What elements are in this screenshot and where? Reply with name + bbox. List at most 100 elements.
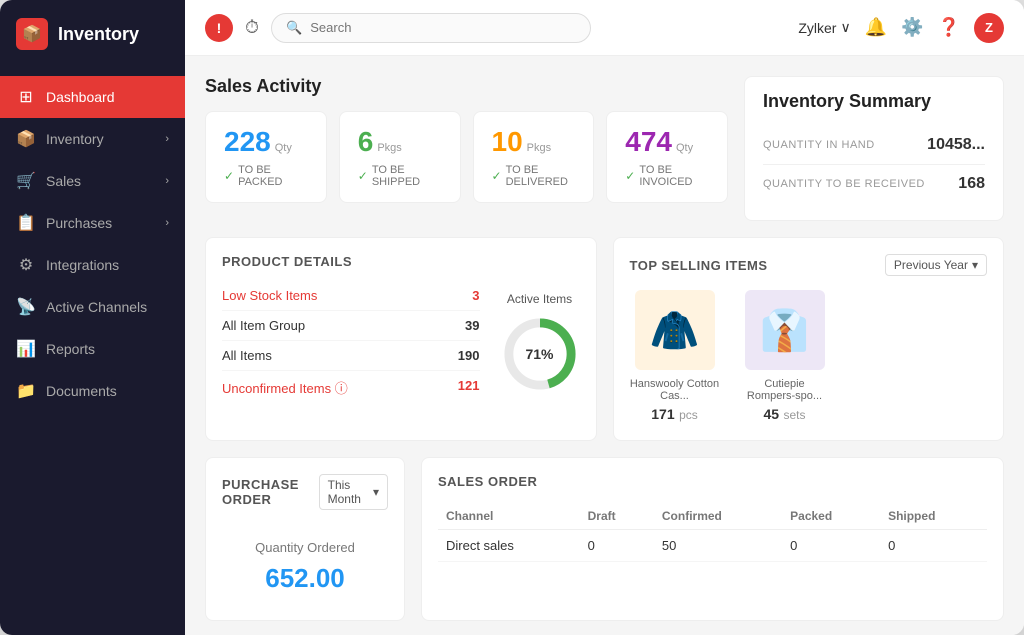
activity-card-delivered: 10 Pkgs ✓TO BE DELIVERED	[473, 111, 595, 203]
sales-activity-section: Sales Activity 228Qty ✓TO BE PACKED 6Pkg…	[205, 76, 728, 221]
unconfirmed-label: Unconfirmed Items ⓘ	[222, 378, 348, 397]
logo-text: Inventory	[58, 24, 139, 45]
po-content: Quantity Ordered 652.00	[222, 530, 388, 604]
top-selling-section: TOP SELLING ITEMS Previous Year ▾ 🧥 Hans…	[613, 237, 1005, 441]
selling-item-name-0: Hanswooly Cotton Cas...	[630, 378, 720, 402]
sales-arrow-icon: ›	[165, 175, 169, 187]
integrations-icon: ⚙	[16, 255, 36, 275]
sidebar-nav: ⊞ Dashboard 📦 Inventory › 🛒 Sales › 📋 Pu…	[0, 68, 185, 635]
po-period-select[interactable]: This Month ▾	[319, 474, 388, 510]
top-selling-title: TOP SELLING ITEMS	[630, 258, 768, 273]
delivered-label: ✓TO BE DELIVERED	[492, 164, 576, 188]
so-col-packed: Packed	[782, 503, 880, 530]
sidebar-logo: 📦 Inventory	[0, 0, 185, 68]
history-icon[interactable]: ⏱	[245, 17, 259, 38]
so-cell-channel-0: Direct sales	[438, 530, 580, 562]
so-cell-packed-0: 0	[782, 530, 880, 562]
shipped-label: ✓TO BE SHIPPED	[358, 164, 442, 188]
selling-item-1: 👔 Cutiepie Rompers-spo... 45 sets	[740, 290, 830, 424]
packed-label: ✓TO BE PACKED	[224, 164, 308, 188]
topbar-right: Zylker ∨ 🔔 ⚙️ ❓ Z	[798, 13, 1004, 43]
so-cell-confirmed-0: 50	[654, 530, 782, 562]
item-group-value: 39	[465, 318, 479, 333]
sidebar-label-active-channels: Active Channels	[46, 299, 147, 315]
so-header-row: Channel Draft Confirmed Packed Shipped	[438, 503, 987, 530]
so-col-draft: Draft	[580, 503, 654, 530]
sidebar-label-reports: Reports	[46, 341, 95, 357]
reports-icon: 📊	[16, 339, 36, 359]
alert-button[interactable]: !	[205, 14, 233, 42]
activity-card-packed: 228 Qty ✓TO BE PACKED	[205, 111, 327, 203]
sidebar: 📦 Inventory ⊞ Dashboard 📦 Inventory › 🛒 …	[0, 0, 185, 635]
sidebar-label-inventory: Inventory	[46, 131, 104, 147]
inventory-arrow-icon: ›	[165, 133, 169, 145]
sidebar-label-sales: Sales	[46, 173, 81, 189]
sidebar-item-inventory[interactable]: 📦 Inventory ›	[0, 118, 185, 160]
sidebar-item-purchases[interactable]: 📋 Purchases ›	[0, 202, 185, 244]
donut-label: Active Items	[507, 292, 572, 306]
delivered-number: 10	[492, 126, 523, 157]
selling-item-img-0: 🧥	[635, 290, 715, 370]
invoiced-check-icon: ✓	[625, 169, 635, 183]
dashboard: Sales Activity 228Qty ✓TO BE PACKED 6Pkg…	[185, 56, 1024, 635]
middle-row: PRODUCT DETAILS Low Stock Items 3 All It…	[205, 237, 1004, 441]
sales-order-section: SALES ORDER Channel Draft Confirmed Pack…	[421, 457, 1004, 621]
low-stock-label: Low Stock Items	[222, 288, 317, 303]
po-header: PURCHASE ORDER This Month ▾	[222, 474, 388, 510]
product-details-section: PRODUCT DETAILS Low Stock Items 3 All It…	[205, 237, 597, 441]
product-list: Low Stock Items 3 All Item Group 39 All …	[222, 281, 480, 404]
sales-activity-cards: 228Qty ✓TO BE PACKED 6Pkgs ✓TO BE SHIPPE…	[205, 111, 728, 203]
bottom-row: PURCHASE ORDER This Month ▾ Quantity Ord…	[205, 457, 1004, 621]
search-input[interactable]	[310, 20, 576, 35]
inventory-summary-title: Inventory Summary	[763, 91, 985, 112]
packed-unit: Qty	[275, 142, 292, 154]
so-title: SALES ORDER	[438, 474, 987, 489]
sidebar-item-reports[interactable]: 📊 Reports	[0, 328, 185, 370]
sidebar-item-sales[interactable]: 🛒 Sales ›	[0, 160, 185, 202]
all-items-label: All Items	[222, 348, 272, 363]
activity-card-invoiced: 474Qty ✓TO BE INVOICED	[606, 111, 728, 203]
inv-value-in-hand: 10458...	[927, 136, 985, 154]
po-title: PURCHASE ORDER	[222, 477, 319, 507]
active-channels-icon: 📡	[16, 297, 36, 317]
shipped-number: 6	[358, 126, 374, 157]
so-cell-shipped-0: 0	[880, 530, 987, 562]
so-col-shipped: Shipped	[880, 503, 987, 530]
inv-row-in-hand: QUANTITY IN HAND 10458...	[763, 126, 985, 165]
documents-icon: 📁	[16, 381, 36, 401]
dashboard-icon: ⊞	[16, 87, 36, 107]
help-icon[interactable]: ❓	[938, 17, 960, 38]
product-row-unconfirmed: Unconfirmed Items ⓘ 121	[222, 371, 480, 404]
settings-icon[interactable]: ⚙️	[901, 17, 923, 38]
sidebar-item-active-channels[interactable]: 📡 Active Channels	[0, 286, 185, 328]
po-chevron-icon: ▾	[373, 485, 379, 499]
top-selling-header: TOP SELLING ITEMS Previous Year ▾	[630, 254, 988, 276]
company-name[interactable]: Zylker ∨	[798, 19, 850, 36]
invoiced-number: 474	[625, 126, 672, 157]
sales-activity-title: Sales Activity	[205, 76, 728, 97]
selling-item-0: 🧥 Hanswooly Cotton Cas... 171 pcs	[630, 290, 720, 424]
product-row-low-stock: Low Stock Items 3	[222, 281, 480, 311]
inventory-summary-section: Inventory Summary QUANTITY IN HAND 10458…	[744, 76, 1004, 221]
avatar[interactable]: Z	[974, 13, 1004, 43]
selling-item-qty-0: 171 pcs	[651, 406, 698, 424]
selling-item-name-1: Cutiepie Rompers-spo...	[740, 378, 830, 402]
donut-percent: 71%	[525, 346, 553, 362]
invoiced-unit: Qty	[676, 142, 693, 154]
search-bar[interactable]: 🔍	[271, 13, 591, 43]
purchase-order-section: PURCHASE ORDER This Month ▾ Quantity Ord…	[205, 457, 405, 621]
donut-container: Active Items 71%	[500, 281, 580, 404]
bell-icon[interactable]: 🔔	[865, 17, 887, 38]
so-col-confirmed: Confirmed	[654, 503, 782, 530]
sidebar-item-dashboard[interactable]: ⊞ Dashboard	[0, 76, 185, 118]
inv-label-to-receive: QUANTITY TO BE RECEIVED	[763, 178, 925, 190]
so-table: Channel Draft Confirmed Packed Shipped D…	[438, 503, 987, 562]
sidebar-item-integrations[interactable]: ⚙ Integrations	[0, 244, 185, 286]
table-row: Direct sales 0 50 0 0	[438, 530, 987, 562]
shipped-unit: Pkgs	[377, 142, 401, 154]
period-select[interactable]: Previous Year ▾	[885, 254, 987, 276]
delivered-unit: Pkgs	[527, 142, 551, 154]
chevron-down-icon: ▾	[972, 258, 978, 272]
packed-number: 228	[224, 126, 271, 157]
sidebar-item-documents[interactable]: 📁 Documents	[0, 370, 185, 412]
